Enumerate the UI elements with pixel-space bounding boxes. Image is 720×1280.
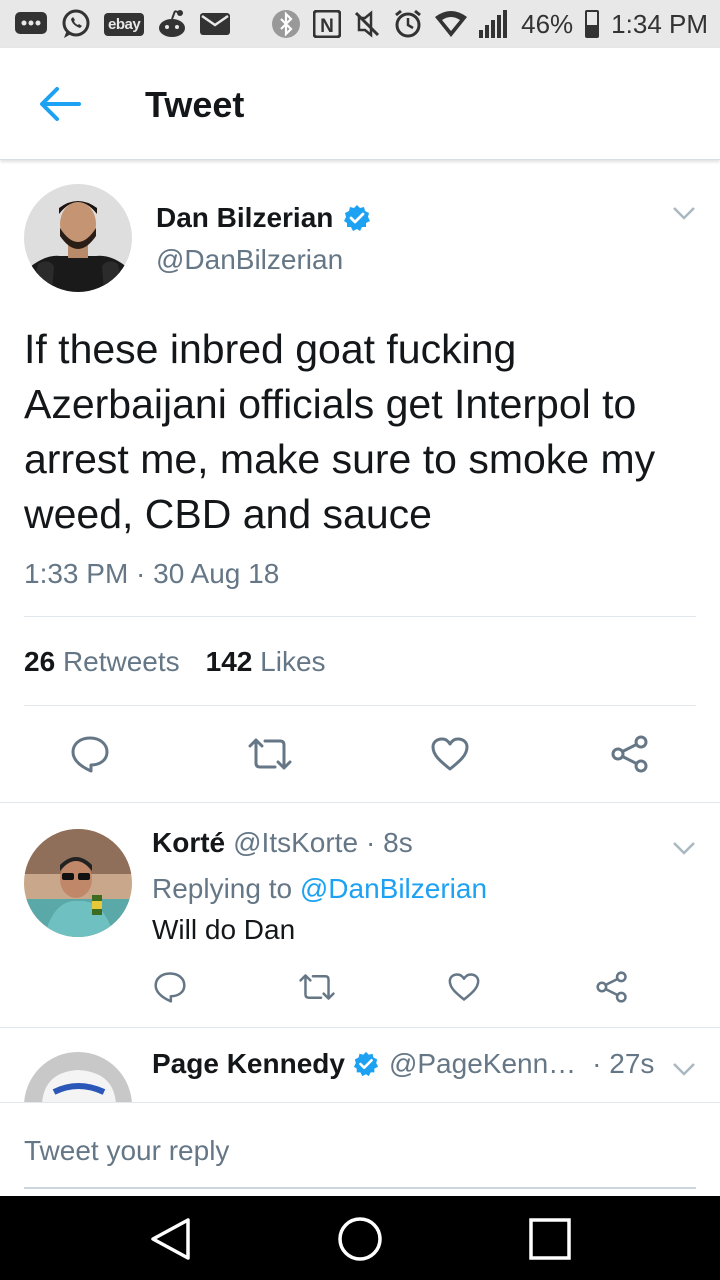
battery-icon [585,10,600,38]
reply-button[interactable] [68,732,112,776]
replying-to-link[interactable]: @DanBilzerian [300,873,487,904]
author-name[interactable]: Dan Bilzerian [156,202,371,234]
page-title: Tweet [145,84,245,125]
nav-recents-button[interactable] [525,1214,575,1264]
reply-tweet[interactable]: Korté @ItsKorte · 8s Replying to @DanBil… [0,803,720,1027]
reply-header: Korté @ItsKorte · 8s [152,827,413,859]
signal-icon [479,10,509,38]
reply-tweet[interactable]: Page Kennedy @PageKenn… · 27s [0,1028,720,1102]
wifi-icon [435,11,468,37]
tweet-actions [0,732,720,778]
reply-author-handle[interactable]: @PageKenn… [389,1048,576,1080]
replying-to: Replying to @DanBilzerian [152,873,487,905]
heart-icon [448,973,480,1001]
like-count: 142 [205,646,253,677]
heart-icon [431,737,469,771]
share-button[interactable] [592,967,632,1007]
like-button[interactable] [428,732,472,776]
alarm-icon [393,9,423,39]
reply-age: · 8s [366,827,413,858]
square-recents-icon [529,1218,571,1260]
battery-percent: 46% [521,8,574,39]
divider [24,705,696,706]
tweet-timestamp: 1:33 PM · 30 Aug 18 [24,558,280,589]
main-tweet: Dan Bilzerian @DanBilzerian If these inb… [0,162,720,802]
status-bar: ebay N 46% 1:34 PM [0,0,720,48]
reply-button[interactable] [150,967,190,1007]
chevron-down-icon [673,1063,695,1076]
nav-home-button[interactable] [335,1214,385,1264]
reply-author-handle[interactable]: @ItsKorte [233,827,358,859]
nfc-icon: N [313,10,342,38]
tweet-text: If these inbred goat fucking Azerbaijani… [24,326,656,537]
retweet-icon [248,738,292,770]
reply-input[interactable] [24,1129,696,1173]
retweet-count: 26 [24,646,56,677]
divider [24,616,696,617]
reply-header: Page Kennedy @PageKenn… · 27s [152,1048,654,1080]
verified-badge-icon [353,1051,379,1077]
author-name-text: Dan Bilzerian [156,202,334,233]
arrow-left-icon [40,87,81,121]
clock: 1:34 PM [611,8,708,39]
circle-home-icon [338,1217,382,1261]
share-icon [596,971,627,1003]
triangle-back-icon [151,1218,190,1260]
reply-icon [71,736,109,773]
reply-text: Will do Dan [152,914,296,945]
mail-icon [200,13,231,35]
reply-input-underline [24,1187,696,1189]
chevron-down-icon [673,842,695,855]
author-handle[interactable]: @DanBilzerian [156,244,343,276]
reddit-icon [156,9,188,39]
verified-badge-icon [344,205,371,231]
like-label: Likes [260,646,326,677]
like-button[interactable] [444,967,484,1007]
reply-options-button[interactable] [672,841,696,860]
svg-text:N: N [320,16,334,37]
top-bar: Tweet [0,48,720,160]
reply-icon [154,972,186,1003]
retweets-stat[interactable]: 26 Retweets [24,646,180,678]
tweet-stats: 26 Retweets 142 Likes [24,646,326,678]
likes-stat[interactable]: 142 Likes [206,646,326,678]
share-button[interactable] [608,732,652,776]
replying-to-prefix: Replying to [152,873,293,904]
reply-avatar[interactable] [24,1052,132,1102]
tweet-options-button[interactable] [672,206,696,225]
retweet-label: Retweets [62,646,180,677]
chevron-down-icon [673,207,695,220]
ebay-icon: ebay [104,12,145,36]
chat-icon [14,11,48,37]
reply-composer [0,1102,720,1196]
nav-back-button[interactable] [145,1214,195,1264]
reply-avatar[interactable] [24,829,132,937]
retweet-icon [299,974,335,1000]
back-button[interactable] [38,86,82,122]
reply-age: · 27s [592,1048,655,1079]
mute-icon [353,10,381,38]
reply-options-button[interactable] [672,1062,696,1081]
reply-author-name[interactable]: Page Kennedy [152,1048,345,1080]
retweet-button[interactable] [296,967,338,1007]
navigation-bar [0,1196,720,1280]
whatsapp-icon [60,8,92,40]
retweet-button[interactable] [246,732,294,776]
author-avatar[interactable] [24,184,132,292]
bluetooth-icon [271,9,301,39]
share-icon [611,735,648,773]
reply-author-name[interactable]: Korté [152,827,225,859]
